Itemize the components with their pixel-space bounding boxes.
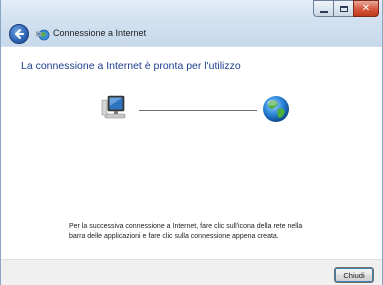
globe-icon — [261, 94, 291, 124]
minimize-icon — [314, 1, 333, 16]
close-icon: ✕ — [361, 3, 371, 14]
page-heading: La connessione a Internet è pronta per l… — [21, 60, 241, 72]
network-connection-icon — [36, 27, 50, 41]
close-window-button[interactable]: ✕ — [353, 0, 379, 17]
caption-buttons: ✕ — [313, 0, 379, 18]
minimize-button[interactable] — [313, 0, 334, 17]
title-bar[interactable]: Connessione a Internet ✕ — [1, 0, 382, 47]
maximize-button[interactable] — [333, 0, 354, 17]
instructions-text: Per la successiva connessione a Internet… — [69, 223, 303, 240]
footer-bar: Chiudi — [1, 259, 382, 285]
window-title: Connessione a Internet — [53, 28, 147, 38]
close-button[interactable]: Chiudi — [334, 267, 374, 283]
back-arrow-icon — [15, 29, 24, 39]
wizard-window: Connessione a Internet ✕ La connessione … — [0, 0, 383, 285]
back-button[interactable] — [9, 24, 29, 44]
maximize-icon — [334, 1, 353, 16]
connection-line — [139, 110, 257, 111]
computer-icon — [101, 92, 131, 122]
